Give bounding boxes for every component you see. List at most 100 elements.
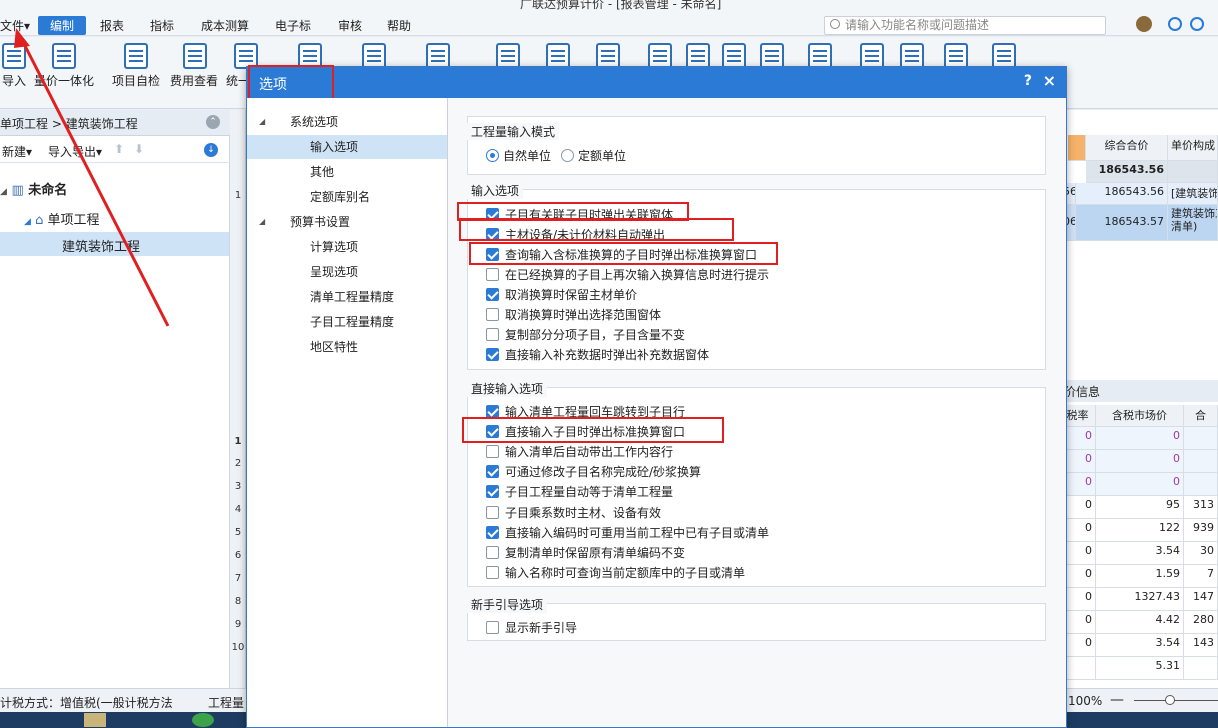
self-check-button[interactable]: 项目自检 bbox=[112, 72, 160, 89]
nav-item[interactable]: 输入选项 bbox=[247, 135, 447, 159]
option-checkbox[interactable]: 取消换算时保留主材单价 bbox=[486, 286, 637, 304]
move-down-icon[interactable]: ⬇ bbox=[134, 142, 144, 156]
option-checkbox[interactable]: 输入名称时可查询当前定额库中的子目或清单 bbox=[486, 564, 745, 582]
checkbox-icon[interactable] bbox=[486, 425, 499, 439]
zoom-out-button[interactable]: — bbox=[1110, 692, 1124, 708]
nav-item[interactable]: 计算选项 bbox=[247, 235, 447, 259]
price-cell[interactable]: 122 bbox=[1096, 519, 1184, 542]
expand-arrow-icon[interactable]: ◢ bbox=[259, 110, 265, 134]
nav-item[interactable]: ◢ 预算书设置 bbox=[247, 210, 447, 234]
checkbox-icon[interactable] bbox=[486, 248, 499, 261]
checkbox-icon[interactable] bbox=[486, 525, 499, 539]
search-input[interactable]: 请输入功能名称或问题描述 bbox=[824, 16, 1106, 35]
checkbox-icon[interactable] bbox=[486, 308, 499, 321]
radio-icon[interactable] bbox=[561, 149, 574, 162]
grid-cell[interactable]: 186543.57 bbox=[1076, 205, 1168, 241]
checkbox-icon[interactable] bbox=[486, 208, 499, 221]
option-checkbox[interactable]: 取消换算时弹出选择范围窗体 bbox=[486, 306, 661, 324]
checkbox-icon[interactable] bbox=[486, 485, 499, 499]
self-check-icon[interactable] bbox=[124, 43, 148, 69]
menu-ebid[interactable]: 电子标 bbox=[275, 17, 311, 34]
option-checkbox[interactable]: 子目有关联子目时弹出关联窗体 bbox=[486, 206, 673, 224]
price-cell[interactable]: 95 bbox=[1096, 496, 1184, 519]
nav-item[interactable]: 定额库别名 bbox=[247, 185, 447, 209]
price-cell[interactable]: 0 bbox=[1096, 450, 1184, 473]
refresh-icon[interactable] bbox=[1168, 17, 1182, 31]
qty-price-icon[interactable] bbox=[52, 43, 76, 69]
price-cell[interactable]: 0 bbox=[1096, 427, 1184, 450]
download-icon[interactable]: ↓ bbox=[204, 143, 218, 157]
price-cell[interactable] bbox=[1184, 473, 1218, 496]
tab-price-info[interactable]: 价信息 bbox=[1060, 380, 1218, 402]
option-checkbox[interactable]: 主材设备/未计价材料自动弹出 bbox=[486, 226, 665, 244]
checkbox-icon[interactable] bbox=[486, 288, 499, 301]
help-button[interactable]: ? bbox=[1024, 73, 1032, 89]
checkbox-icon[interactable] bbox=[486, 348, 499, 361]
option-checkbox[interactable]: 显示新手引导 bbox=[486, 619, 577, 637]
expand-arrow-icon[interactable]: ◢ bbox=[259, 210, 265, 234]
option-checkbox[interactable]: 输入清单后自动带出工作内容行 bbox=[486, 443, 673, 461]
close-button[interactable]: × bbox=[1043, 71, 1056, 90]
price-cell[interactable]: 280 bbox=[1184, 611, 1218, 634]
checkbox-icon[interactable] bbox=[486, 268, 499, 281]
option-checkbox[interactable]: 直接输入编码时可重用当前工程中已有子目或清单 bbox=[486, 524, 769, 542]
price-cell[interactable]: 4.42 bbox=[1096, 611, 1184, 634]
fee-view-button[interactable]: 费用查看 bbox=[170, 72, 218, 89]
grid-header[interactable]: 合 bbox=[1184, 405, 1218, 427]
option-checkbox[interactable]: 在已经换算的子目上再次输入换算信息时进行提示 bbox=[486, 266, 769, 284]
checkbox-icon[interactable] bbox=[486, 465, 499, 479]
collapse-icon[interactable]: ⌃ bbox=[206, 115, 220, 129]
tree-node-building-decoration[interactable]: 建筑装饰工程 bbox=[0, 232, 229, 256]
menu-index[interactable]: 指标 bbox=[150, 17, 174, 34]
price-cell[interactable] bbox=[1184, 450, 1218, 473]
qty-price-button[interactable]: 量价一体化 bbox=[34, 72, 94, 89]
price-cell[interactable]: 313 bbox=[1184, 496, 1218, 519]
checkbox-icon[interactable] bbox=[486, 445, 499, 459]
price-cell[interactable]: 30 bbox=[1184, 542, 1218, 565]
option-checkbox[interactable]: 可通过修改子目名称完成砼/砂浆换算 bbox=[486, 463, 701, 481]
price-cell[interactable] bbox=[1184, 657, 1218, 680]
menu-report[interactable]: 报表 bbox=[100, 17, 124, 34]
nav-item[interactable]: 地区特性 bbox=[247, 335, 447, 359]
nav-item[interactable]: 呈现选项 bbox=[247, 260, 447, 284]
grid-cell[interactable]: 186543.56 bbox=[1076, 183, 1168, 205]
zoom-slider-handle[interactable] bbox=[1165, 695, 1175, 705]
tree-node-single-project[interactable]: ◢ ⌂ 单项工程 bbox=[24, 209, 99, 228]
option-checkbox[interactable]: 输入清单工程量回车跳转到子目行 bbox=[486, 403, 685, 421]
taskbar-app-icon[interactable] bbox=[84, 713, 106, 727]
radio-natural-unit[interactable]: 自然单位 bbox=[486, 147, 551, 165]
radio-icon[interactable] bbox=[486, 149, 499, 162]
help-circle-icon[interactable] bbox=[1190, 17, 1204, 31]
grid-header[interactable]: 单价构成 bbox=[1168, 135, 1218, 161]
checkbox-icon[interactable] bbox=[486, 228, 499, 241]
price-cell[interactable]: 1327.43 bbox=[1096, 588, 1184, 611]
nav-item[interactable]: 清单工程量精度 bbox=[247, 285, 447, 309]
price-cell[interactable]: 939 bbox=[1184, 519, 1218, 542]
price-cell[interactable]: 1.59 bbox=[1096, 565, 1184, 588]
price-cell[interactable]: 3.54 bbox=[1096, 634, 1184, 657]
import-button[interactable]: 导入 bbox=[2, 72, 26, 89]
option-checkbox[interactable]: 复制部分分项子目，子目含量不变 bbox=[486, 326, 685, 344]
price-cell[interactable]: 143 bbox=[1184, 634, 1218, 657]
price-cell[interactable]: 5.31 bbox=[1096, 657, 1184, 680]
new-button[interactable]: 新建▾ bbox=[2, 143, 32, 160]
import-export-button[interactable]: 导入导出▾ bbox=[48, 143, 102, 160]
menu-file[interactable]: 文件▾ bbox=[0, 17, 30, 34]
price-cell[interactable]: 7 bbox=[1184, 565, 1218, 588]
checkbox-icon[interactable] bbox=[486, 505, 499, 519]
avatar[interactable] bbox=[1136, 16, 1152, 32]
nav-item[interactable]: 子目工程量精度 bbox=[247, 310, 447, 334]
nav-item[interactable]: ◢ 系统选项 bbox=[247, 110, 447, 134]
price-cell[interactable]: 0 bbox=[1096, 473, 1184, 496]
grid-cell[interactable]: 建筑装饰工 清单) bbox=[1168, 205, 1218, 241]
menu-help[interactable]: 帮助 bbox=[387, 17, 411, 34]
checkbox-icon[interactable] bbox=[486, 621, 499, 634]
menu-review[interactable]: 审核 bbox=[338, 17, 362, 34]
import-icon[interactable] bbox=[2, 43, 26, 69]
move-up-icon[interactable]: ⬆ bbox=[114, 142, 124, 156]
option-checkbox[interactable]: 子目乘系数时主材、设备有效 bbox=[486, 504, 661, 522]
option-checkbox[interactable]: 直接输入子目时弹出标准换算窗口 bbox=[486, 423, 685, 441]
option-checkbox[interactable]: 直接输入补充数据时弹出补充数据窗体 bbox=[486, 346, 709, 364]
option-checkbox[interactable]: 复制清单时保留原有清单编码不变 bbox=[486, 544, 685, 562]
checkbox-icon[interactable] bbox=[486, 405, 499, 418]
